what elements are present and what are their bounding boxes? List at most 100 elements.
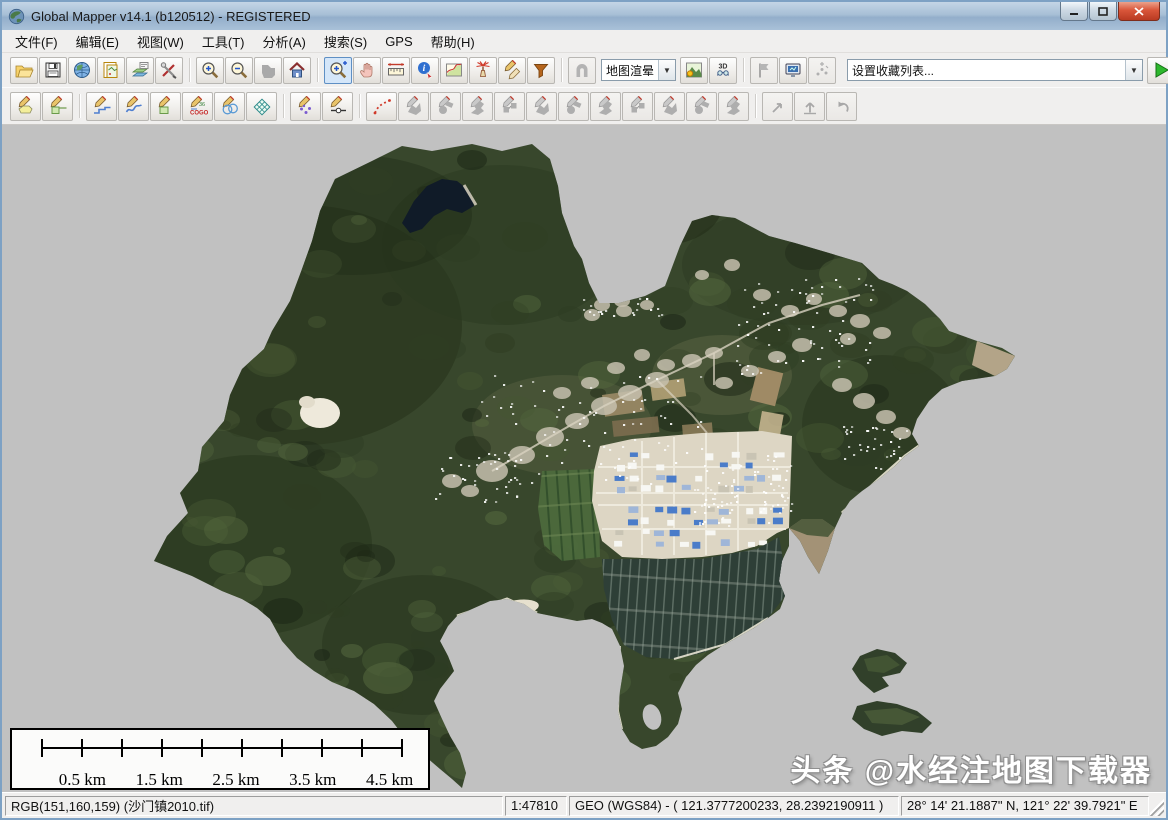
- scale-label: 0.5 km: [44, 770, 121, 790]
- apply-favorite-button[interactable]: [1147, 57, 1168, 84]
- trim-selected-icon: [628, 96, 648, 116]
- overlay-control-center-button[interactable]: [126, 57, 154, 84]
- svg-text:3D: 3D: [719, 64, 728, 71]
- gps-display-icon: [783, 60, 803, 80]
- gps-waypoint-button: [750, 57, 778, 84]
- close-button[interactable]: [1118, 2, 1160, 21]
- scale-bar: 0.5 km 1.5 km 2.5 km 3.5 km 4.5 km: [10, 728, 430, 790]
- create-point-on-line-icon: [328, 96, 348, 116]
- create-range-rings-button[interactable]: [366, 92, 397, 121]
- home-view-button[interactable]: [283, 57, 311, 84]
- download-online-button[interactable]: [68, 57, 96, 84]
- zoom-tool-button[interactable]: [324, 57, 352, 84]
- create-line-button[interactable]: [86, 92, 117, 121]
- path-profile-tool-button[interactable]: [440, 57, 468, 84]
- measure-tool-button[interactable]: [382, 57, 410, 84]
- title-bar: Global Mapper v14.1 (b120512) - REGISTER…: [2, 2, 1166, 30]
- zoom-tool-icon: [328, 60, 348, 80]
- app-globe-icon: [8, 8, 25, 25]
- status-coordinates: 28° 14' 21.1887" N, 121° 22' 39.7921" E: [901, 796, 1149, 816]
- pan-tool-button[interactable]: [353, 57, 381, 84]
- toolbar-separator: [359, 94, 361, 118]
- zoom-in-button[interactable]: [196, 57, 224, 84]
- toolbar-separator: [755, 94, 757, 118]
- menu-gps[interactable]: GPS: [376, 31, 421, 52]
- zoom-in-icon: [200, 60, 220, 80]
- chevron-down-icon[interactable]: ▼: [1125, 60, 1142, 80]
- map-shader-combo[interactable]: 地图渲晕 ▼: [601, 59, 676, 81]
- status-projection: GEO (WGS84) - ( 121.3777200233, 28.23921…: [569, 796, 899, 816]
- create-rectangle-icon: [156, 96, 176, 116]
- scale-label: 2.5 km: [198, 770, 275, 790]
- favorites-combo[interactable]: 设置收藏列表... ▼: [847, 59, 1143, 81]
- zoom-out-button[interactable]: [225, 57, 253, 84]
- scale-bar-ticks: [12, 730, 428, 764]
- menu-view[interactable]: 视图(W): [128, 29, 193, 54]
- map-catalog-button[interactable]: [97, 57, 125, 84]
- view-shed-tool-button[interactable]: [469, 57, 497, 84]
- gps-tracking-icon: [812, 60, 832, 80]
- menu-help[interactable]: 帮助(H): [422, 29, 484, 54]
- menu-analysis[interactable]: 分析(A): [254, 29, 315, 54]
- create-rectangle-button[interactable]: [150, 92, 181, 121]
- split-selected-button: [590, 92, 621, 121]
- create-area-button[interactable]: [10, 92, 41, 121]
- digitizer-tool-button[interactable]: [498, 57, 526, 84]
- buffer-selected-icon: [660, 96, 680, 116]
- create-point-on-line-button[interactable]: [322, 92, 353, 121]
- create-freehand-line-button[interactable]: [118, 92, 149, 121]
- create-cogo-feature-icon: 36COGO: [188, 96, 208, 116]
- view-3d-button[interactable]: 3D: [709, 57, 737, 84]
- move-selected-icon: [436, 96, 456, 116]
- open-file-button[interactable]: [10, 57, 38, 84]
- overlay-control-center-icon: [130, 60, 150, 80]
- resize-grip[interactable]: [1150, 796, 1164, 816]
- window-title: Global Mapper v14.1 (b120512) - REGISTER…: [31, 9, 311, 24]
- toolbar-separator: [79, 94, 81, 118]
- create-area-icon: [16, 96, 36, 116]
- full-extent-button[interactable]: [254, 57, 282, 84]
- restore-button[interactable]: [1089, 2, 1117, 21]
- menu-file[interactable]: 文件(F): [6, 29, 67, 54]
- configure-icon: [159, 60, 179, 80]
- raise-tool-icon: [800, 96, 820, 116]
- crop-selected-icon: [532, 96, 552, 116]
- application-window: Global Mapper v14.1 (b120512) - REGISTER…: [0, 0, 1168, 820]
- rotate-selected-icon: [468, 96, 488, 116]
- feature-info-tool-icon: i: [415, 60, 435, 80]
- create-point-button[interactable]: [290, 92, 321, 121]
- funnel-tool-button[interactable]: [527, 57, 555, 84]
- measure-tool-icon: [386, 60, 406, 80]
- create-area-rectangle-icon: [48, 96, 68, 116]
- gps-display-button[interactable]: [779, 57, 807, 84]
- create-cogo-feature-button[interactable]: 36COGO: [182, 92, 213, 121]
- map-canvas[interactable]: 0.5 km 1.5 km 2.5 km 3.5 km 4.5 km 头条 @水…: [2, 125, 1166, 792]
- create-circle-button[interactable]: [214, 92, 245, 121]
- status-scale: 1:47810: [505, 796, 567, 816]
- minimize-button[interactable]: [1060, 2, 1088, 21]
- create-range-rings-icon: [372, 96, 392, 116]
- create-area-rectangle-button[interactable]: [42, 92, 73, 121]
- combine-selected-button: [558, 92, 589, 121]
- hillshade-toggle-button[interactable]: [680, 57, 708, 84]
- menu-tools[interactable]: 工具(T): [193, 29, 254, 54]
- download-online-icon: [72, 60, 92, 80]
- menu-bar: 文件(F) 编辑(E) 视图(W) 工具(T) 分析(A) 搜索(S) GPS …: [2, 30, 1166, 53]
- menu-edit[interactable]: 编辑(E): [67, 29, 128, 54]
- chevron-down-icon[interactable]: ▼: [658, 60, 675, 80]
- undo-tool-button: [826, 92, 857, 121]
- path-profile-tool-icon: [444, 60, 464, 80]
- menu-search[interactable]: 搜索(S): [315, 29, 376, 54]
- configure-button[interactable]: [155, 57, 183, 84]
- save-button[interactable]: [39, 57, 67, 84]
- create-grid-button[interactable]: [246, 92, 277, 121]
- digitizer-tool-icon: [502, 60, 522, 80]
- delete-selected-button: [718, 92, 749, 121]
- vertex-tool-button: [762, 92, 793, 121]
- feature-info-tool-button[interactable]: i: [411, 57, 439, 84]
- hillshade-toggle-icon: [684, 60, 704, 80]
- image-swipe-tool-icon: [572, 60, 592, 80]
- restore-icon: [1098, 7, 1108, 16]
- scale-selected-button: [494, 92, 525, 121]
- scale-selected-icon: [500, 96, 520, 116]
